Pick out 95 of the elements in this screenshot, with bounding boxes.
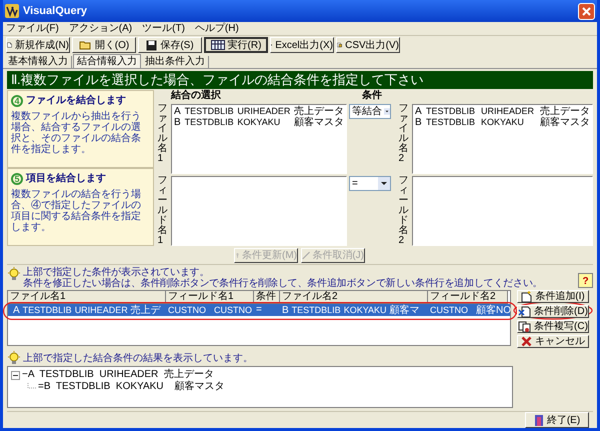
file-id: B bbox=[174, 117, 182, 128]
file-id: B bbox=[415, 117, 423, 128]
hint-text: 上部で指定した結合条件の結果を表示しています。 bbox=[23, 352, 253, 364]
step-description: 複数ファイルの結合を行う場合、④で指定したファイルの項目に関する結合条件を指定します。 bbox=[11, 189, 142, 233]
table-row[interactable]: A TESTDBLIB URIHEADER 売上デ CUSTNO CUSTNO = B TESTDBLIB KOKYAKU 顧客マ CUSTNO 顧客NO bbox=[8, 304, 510, 316]
menu-item[interactable]: アクション(A) bbox=[68, 22, 132, 34]
list-heading: 結合の選択 bbox=[171, 90, 222, 102]
tree-connector-icon bbox=[27, 382, 36, 392]
step-number-icon: 4 bbox=[11, 94, 23, 106]
table-cell: URIHEADER bbox=[74, 304, 128, 316]
step-title: ファイルを結合します bbox=[26, 94, 126, 108]
toolbar-button[interactable]: 保存(S) bbox=[138, 37, 202, 53]
brush-icon bbox=[302, 250, 310, 260]
file-name: KOKYAKU bbox=[237, 117, 282, 128]
table-cell: KOKYAKU bbox=[344, 304, 387, 316]
column-header[interactable]: ファイル名1 bbox=[8, 291, 166, 304]
menu-item[interactable]: ツール(T) bbox=[142, 22, 185, 34]
file-name: KOKYAKU bbox=[481, 117, 525, 128]
table-cell: 顧客マ bbox=[390, 305, 420, 316]
table-icon bbox=[210, 40, 225, 50]
menu-item[interactable]: ファイル(F) bbox=[6, 22, 59, 34]
file-name: URIHEADER bbox=[237, 106, 292, 117]
help-button[interactable]: ? bbox=[578, 273, 593, 288]
add-document-icon bbox=[521, 290, 532, 302]
cross-icon bbox=[521, 336, 532, 347]
file-list[interactable]: A TESTDBLIB URIHEADER 売上データ B TESTDBLIB KOKYAKU 顧客マスタ bbox=[171, 104, 347, 174]
exit-button[interactable]: 終了(E) bbox=[525, 412, 589, 428]
tab[interactable]: 結合情報入力 bbox=[73, 54, 141, 68]
hint-text: 上部で指定した条件が表示されています。 bbox=[23, 267, 210, 278]
file-list[interactable]: A TESTDBLIB URIHEADER 売上データ B TESTDBLIB KOKYAKU 顧客マスタ bbox=[412, 104, 593, 174]
toolbar-button[interactable]: Excel出力(X) bbox=[270, 37, 334, 53]
condition-dropdown[interactable]: 等結合 bbox=[349, 104, 391, 119]
section-header: Ⅱ.複数ファイルを選択した場合、ファイルの結合条件を指定して下さい bbox=[7, 71, 593, 89]
library-name: TESTDBLIB bbox=[426, 106, 476, 117]
save-icon bbox=[146, 40, 158, 50]
file-description: 売上データ bbox=[294, 106, 344, 117]
side-button[interactable]: 条件削除(D) bbox=[517, 305, 589, 318]
vertical-label: ファイル名1 bbox=[158, 104, 168, 164]
table-cell: TESTDBLIB bbox=[22, 304, 72, 316]
collapse-icon[interactable] bbox=[11, 370, 20, 380]
hint-text: 条件を修正したい場合は、条件削除ボタンで条件行を削除して、条件追加ボタンで新しい条件行を追加してください。 bbox=[23, 278, 544, 289]
delete-document-icon bbox=[518, 306, 532, 318]
vertical-label: ファイル名2 bbox=[398, 104, 408, 164]
light-bulb-icon bbox=[7, 351, 21, 365]
column-header[interactable]: 条件 bbox=[254, 291, 280, 304]
toolbar-button[interactable]: CSV出力(V) bbox=[336, 37, 400, 53]
file-description: 顧客マスタ bbox=[540, 117, 590, 128]
menu-item[interactable]: ヘルプ(H) bbox=[194, 22, 239, 34]
field-list[interactable] bbox=[171, 176, 347, 246]
tab[interactable]: 基本情報入力 bbox=[5, 56, 72, 68]
step-description: 複数ファイルから抽出を行う場合、結合するファイルの選択と、そのファイルの結合条件を指定します。 bbox=[11, 111, 142, 155]
tree-item[interactable]: =B TESTDBLIB KOKYAKU 顧客マスタ bbox=[38, 381, 225, 393]
step-title: 項目を結合します bbox=[26, 172, 106, 186]
table-cell: A bbox=[13, 305, 20, 316]
table-cell: CUSTNO bbox=[430, 304, 468, 316]
window-title: VisualQuery bbox=[23, 4, 88, 19]
column-header[interactable]: ファイル名2 bbox=[280, 291, 428, 304]
library-name: TESTDBLIB bbox=[426, 117, 476, 128]
vertical-label: フィールド名1 bbox=[158, 176, 168, 246]
table-cell: 売上デ bbox=[130, 305, 161, 316]
file-description: 売上データ bbox=[540, 106, 590, 117]
close-icon bbox=[582, 6, 591, 16]
table-cell: CUSTNO bbox=[214, 304, 252, 316]
close-button[interactable] bbox=[578, 2, 595, 20]
table-cell: B bbox=[282, 305, 289, 316]
side-button[interactable]: 条件複写(C) bbox=[517, 320, 589, 333]
file-id: A bbox=[415, 106, 423, 117]
table-cell: CUSTNO bbox=[168, 304, 206, 316]
table-cell: TESTDBLIB bbox=[292, 304, 341, 316]
table-cell: 顧客NO bbox=[476, 305, 511, 317]
light-bulb-icon bbox=[7, 267, 21, 281]
field-list[interactable] bbox=[412, 176, 593, 246]
column-header[interactable]: フィールド名2 bbox=[428, 291, 508, 304]
folder-icon bbox=[78, 40, 92, 50]
table-cell: = bbox=[256, 304, 262, 316]
tree-item[interactable]: −A TESTDBLIB URIHEADER 売上データ bbox=[22, 369, 214, 381]
list-heading: 条件 bbox=[361, 90, 383, 102]
toolbar-button[interactable]: 開く(O) bbox=[72, 37, 136, 53]
copy-document-icon bbox=[518, 320, 532, 332]
library-name: TESTDBLIB bbox=[184, 106, 234, 117]
library-name: TESTDBLIB bbox=[184, 117, 234, 128]
toolbar-button[interactable]: 新規作成(N) bbox=[6, 37, 70, 53]
column-header[interactable]: フィールド名1 bbox=[166, 291, 254, 304]
file-id: A bbox=[174, 106, 182, 117]
side-button[interactable]: 条件追加(I) bbox=[517, 290, 589, 303]
file-description: 顧客マスタ bbox=[294, 117, 344, 128]
door-exit-icon bbox=[534, 414, 544, 426]
file-name: URIHEADER bbox=[481, 106, 536, 117]
side-button[interactable]: キャンセル bbox=[517, 335, 589, 348]
step-number-icon: 5 bbox=[11, 172, 23, 184]
vertical-label: フィールド名2 bbox=[398, 176, 408, 246]
condition-dropdown[interactable]: = bbox=[349, 176, 391, 191]
tab[interactable]: 抽出条件入力 bbox=[142, 56, 209, 68]
app-logo-icon bbox=[5, 4, 19, 18]
toolbar-button[interactable]: 実行(R) bbox=[204, 37, 268, 53]
